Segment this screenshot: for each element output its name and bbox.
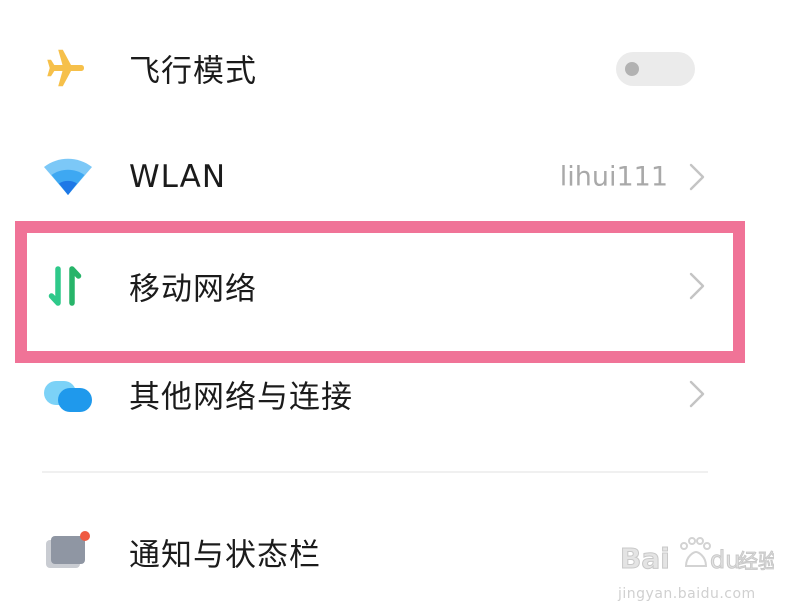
chevron-right-icon [686,379,708,409]
other-networks-row[interactable]: 其他网络与连接 [0,344,810,444]
connections-icon [40,366,96,422]
chevron-right-icon [686,162,708,192]
section-divider [42,471,708,473]
wifi-icon [40,149,96,205]
wlan-row[interactable]: WLAN lihui111 [0,127,810,227]
wlan-label: WLAN [129,159,227,195]
mobile-network-label: 移动网络 [129,271,257,308]
toggle-knob [625,62,639,76]
chevron-right-icon [686,271,708,301]
airplane-mode-label: 飞行模式 [129,53,257,90]
notifications-row[interactable]: 通知与状态栏 [0,502,810,602]
other-networks-label: 其他网络与连接 [129,379,353,416]
wlan-network-name: lihui111 [559,161,668,193]
notifications-label: 通知与状态栏 [129,537,321,574]
airplane-icon [40,40,96,96]
airplane-mode-toggle[interactable] [616,52,695,86]
notification-icon [40,524,96,580]
airplane-mode-row[interactable]: 飞行模式 [0,18,810,118]
mobile-data-icon [40,258,96,314]
mobile-network-row[interactable]: 移动网络 [0,236,810,336]
